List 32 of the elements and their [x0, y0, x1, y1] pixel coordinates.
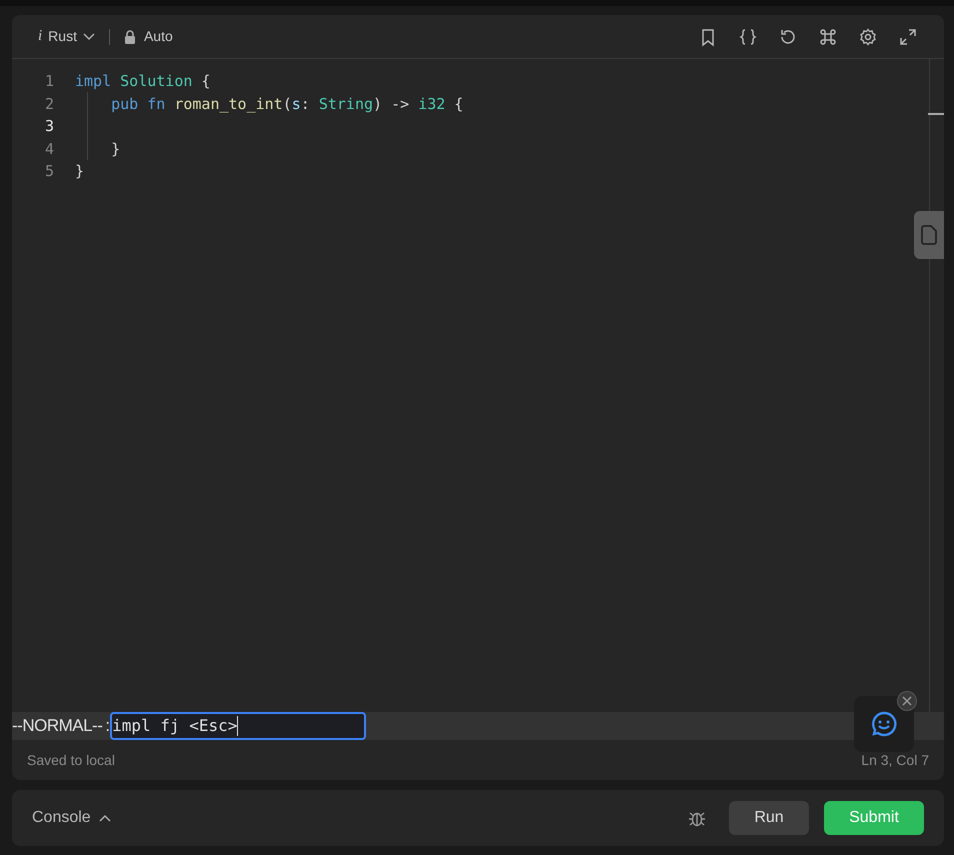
- expand-icon[interactable]: [898, 26, 918, 46]
- chevron-down-icon: [82, 32, 95, 40]
- mode-label: Auto: [144, 27, 173, 46]
- line-number: 5: [44, 161, 54, 182]
- code-line: pub fn roman_to_int(s: String) -> i32 {: [110, 94, 464, 114]
- console-toggle[interactable]: Console: [32, 806, 111, 830]
- command-prompt: :: [105, 715, 110, 738]
- lock-icon: [124, 30, 136, 44]
- line-number: 3: [44, 116, 54, 137]
- save-status: Saved to local: [27, 750, 115, 770]
- smiley-chat-icon: [871, 711, 897, 737]
- chevron-up-icon: [98, 814, 111, 822]
- settings-icon[interactable]: [858, 26, 878, 46]
- code-line: }: [75, 161, 84, 182]
- line-number: 1: [44, 71, 54, 92]
- close-button[interactable]: [897, 691, 917, 711]
- scroll-marker: [928, 113, 944, 115]
- vim-mode: --NORMAL--: [12, 715, 102, 738]
- feedback-button[interactable]: [854, 696, 914, 752]
- line-number: 2: [44, 94, 54, 114]
- language-dropdown[interactable]: i Rust: [38, 25, 95, 48]
- command-icon[interactable]: [818, 26, 838, 46]
- file-icon: [920, 224, 938, 246]
- info-icon: i: [38, 25, 42, 48]
- close-icon: [902, 696, 912, 706]
- run-button[interactable]: Run: [729, 801, 809, 835]
- cursor-position: Ln 3, Col 7: [861, 750, 929, 770]
- braces-icon[interactable]: [738, 26, 758, 46]
- code-line: }: [110, 138, 120, 160]
- line-number: 4: [44, 138, 54, 160]
- command-input[interactable]: impl fj <Esc>: [110, 712, 366, 740]
- code-line: impl Solution {: [75, 71, 210, 92]
